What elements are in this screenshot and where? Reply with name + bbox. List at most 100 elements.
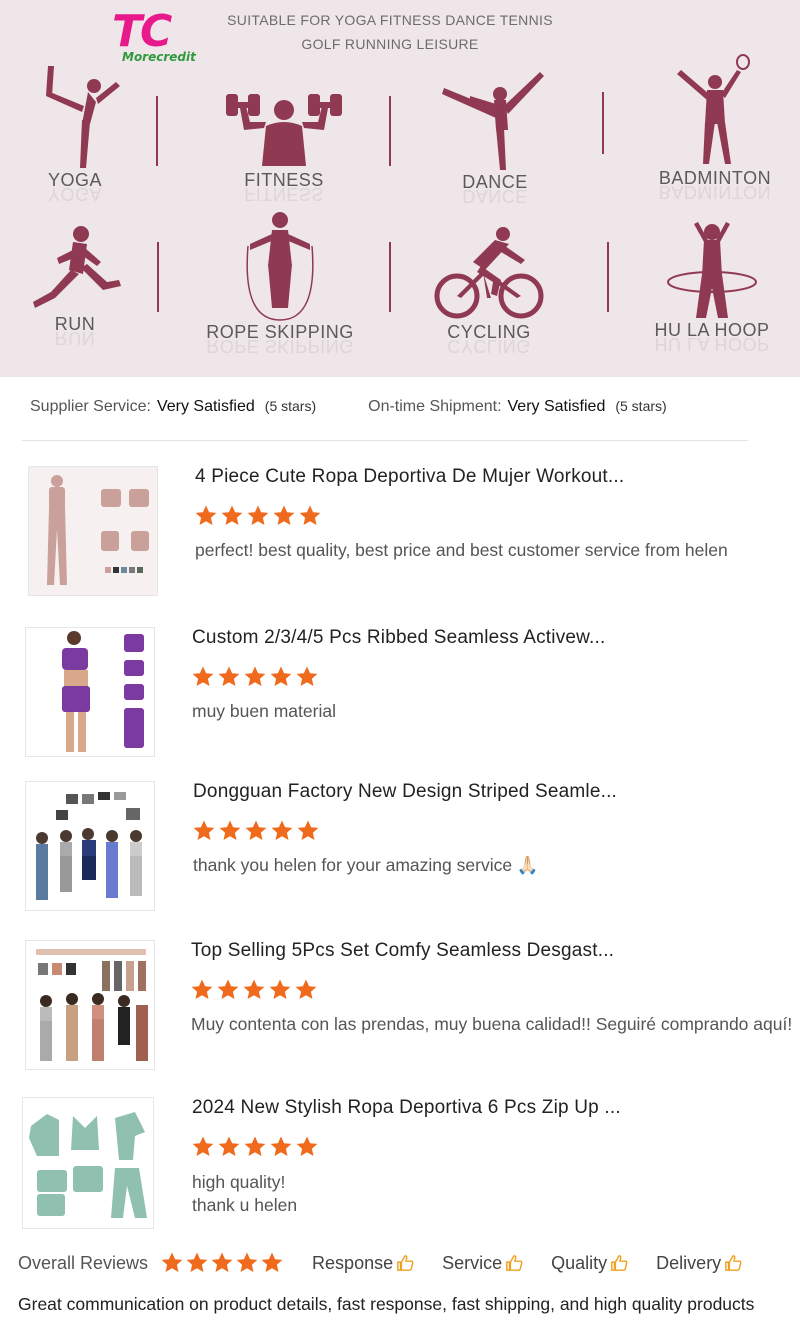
cycling-icon xyxy=(434,227,544,319)
star-icon xyxy=(194,504,218,528)
product-thumbnail[interactable] xyxy=(25,627,155,757)
review-item: Custom 2/3/4/5 Pcs Ribbed Seamless Activ… xyxy=(0,627,800,759)
review-text: thank you helen for your amazing service… xyxy=(193,855,539,875)
product-image xyxy=(26,782,154,910)
shipment-label: On-time Shipment: xyxy=(368,398,502,415)
metric-label: Delivery xyxy=(656,1252,722,1273)
activity-badminton: BADMINTON xyxy=(640,54,790,189)
rating-stars xyxy=(194,504,322,528)
product-title[interactable]: Top Selling 5Pcs Set Comfy Seamless Desg… xyxy=(191,940,614,962)
overall-rating-stars xyxy=(160,1251,284,1275)
product-title[interactable]: Custom 2/3/4/5 Pcs Ribbed Seamless Activ… xyxy=(192,627,605,649)
divider xyxy=(389,242,391,312)
star-icon xyxy=(269,1135,293,1159)
star-icon xyxy=(260,1251,284,1275)
product-image xyxy=(29,467,157,595)
on-time-shipment-rating: On-time Shipment: Very Satisfied (5 star… xyxy=(368,398,667,416)
star-icon xyxy=(217,1135,241,1159)
review-text: high quality! xyxy=(192,1172,286,1192)
thumbs-up-icon xyxy=(610,1254,628,1272)
product-thumbnail[interactable] xyxy=(25,781,155,911)
metric-label: Response xyxy=(312,1252,394,1273)
metric-service: Service xyxy=(442,1253,523,1274)
supplier-service-rating: Supplier Service: Very Satisfied (5 star… xyxy=(30,398,316,416)
activity-dance: DANCE xyxy=(430,66,560,193)
star-icon xyxy=(243,1135,267,1159)
metric-quality: Quality xyxy=(551,1253,628,1274)
star-icon xyxy=(243,665,267,689)
logo-mark: TC xyxy=(112,6,172,57)
thumbs-up-icon xyxy=(724,1254,742,1272)
yoga-icon xyxy=(46,66,120,168)
star-icon xyxy=(242,978,266,1002)
tagline-line-2: GOLF RUNNING LEISURE xyxy=(301,36,479,52)
product-thumbnail[interactable] xyxy=(28,466,158,596)
activity-cycling: CYCLING xyxy=(424,226,554,343)
thumbs-up-icon xyxy=(396,1254,414,1272)
run-icon xyxy=(33,226,121,308)
activity-label: CYCLING xyxy=(424,322,554,343)
divider xyxy=(22,440,748,441)
star-icon xyxy=(191,1135,215,1159)
activity-rope-skipping: ROPE SKIPPING xyxy=(198,210,362,343)
metric-label: Quality xyxy=(551,1252,608,1273)
product-title[interactable]: Dongguan Factory New Design Striped Seam… xyxy=(193,781,617,803)
star-icon xyxy=(294,978,318,1002)
star-icon xyxy=(218,819,242,843)
review-text: perfect! best quality, best price and be… xyxy=(195,540,728,560)
star-icon xyxy=(216,978,240,1002)
product-thumbnail[interactable] xyxy=(22,1097,154,1229)
metric-delivery: Delivery xyxy=(656,1253,742,1274)
activity-label: HU LA HOOP xyxy=(640,320,784,341)
star-icon xyxy=(295,665,319,689)
star-icon xyxy=(295,1135,319,1159)
badminton-icon xyxy=(677,54,750,164)
sports-banner: TC Morecredit SUITABLE FOR YOGA FITNESS … xyxy=(0,0,800,377)
activity-fitness: FITNESS xyxy=(196,88,372,191)
product-title[interactable]: 2024 New Stylish Ropa Deportiva 6 Pcs Zi… xyxy=(192,1097,621,1119)
star-icon xyxy=(246,504,270,528)
review-text: muy buen material xyxy=(192,701,336,721)
product-image xyxy=(26,628,154,756)
fitness-icon xyxy=(226,94,342,166)
overall-comment: Great communication on product details, … xyxy=(18,1294,755,1314)
divider xyxy=(389,96,391,166)
star-icon xyxy=(185,1251,209,1275)
star-icon xyxy=(298,504,322,528)
star-icon xyxy=(296,819,320,843)
product-title[interactable]: 4 Piece Cute Ropa Deportiva De Mujer Wor… xyxy=(195,466,624,488)
review-text: Muy contenta con las prendas, muy buena … xyxy=(191,1014,793,1034)
divider xyxy=(157,242,159,312)
star-icon xyxy=(272,504,296,528)
activity-label: DANCE xyxy=(430,172,560,193)
supplier-service-label: Supplier Service: xyxy=(30,398,151,415)
review-text-line-2: thank u helen xyxy=(192,1195,298,1215)
star-icon xyxy=(244,819,268,843)
star-icon xyxy=(160,1251,184,1275)
product-thumbnail[interactable] xyxy=(25,940,155,1070)
star-icon xyxy=(220,504,244,528)
activity-label: BADMINTON xyxy=(640,168,790,189)
tagline-line-1: SUITABLE FOR YOGA FITNESS DANCE TENNIS xyxy=(227,12,553,28)
star-icon xyxy=(235,1251,259,1275)
thumbs-up-icon xyxy=(505,1254,523,1272)
activity-yoga: YOGA xyxy=(20,62,130,191)
hula-hoop-icon xyxy=(667,222,757,318)
activity-label: YOGA xyxy=(20,170,130,191)
metric-label: Service xyxy=(442,1252,503,1273)
rating-stars xyxy=(192,819,320,843)
review-item: 4 Piece Cute Ropa Deportiva De Mujer Wor… xyxy=(0,466,800,598)
overall-reviews-label: Overall Reviews xyxy=(18,1252,149,1273)
product-image xyxy=(26,941,154,1069)
star-icon xyxy=(268,978,292,1002)
star-icon xyxy=(191,665,215,689)
star-icon xyxy=(210,1251,234,1275)
activity-label: ROPE SKIPPING xyxy=(198,322,362,343)
activity-label: RUN xyxy=(20,314,130,335)
rope-skipping-icon xyxy=(246,212,314,321)
overall-reviews: Overall Reviews Response Service Quality… xyxy=(18,1248,798,1278)
divider xyxy=(602,92,604,154)
star-icon xyxy=(192,819,216,843)
rating-stars xyxy=(191,665,319,689)
supplier-service-stars: (5 stars) xyxy=(264,398,317,414)
